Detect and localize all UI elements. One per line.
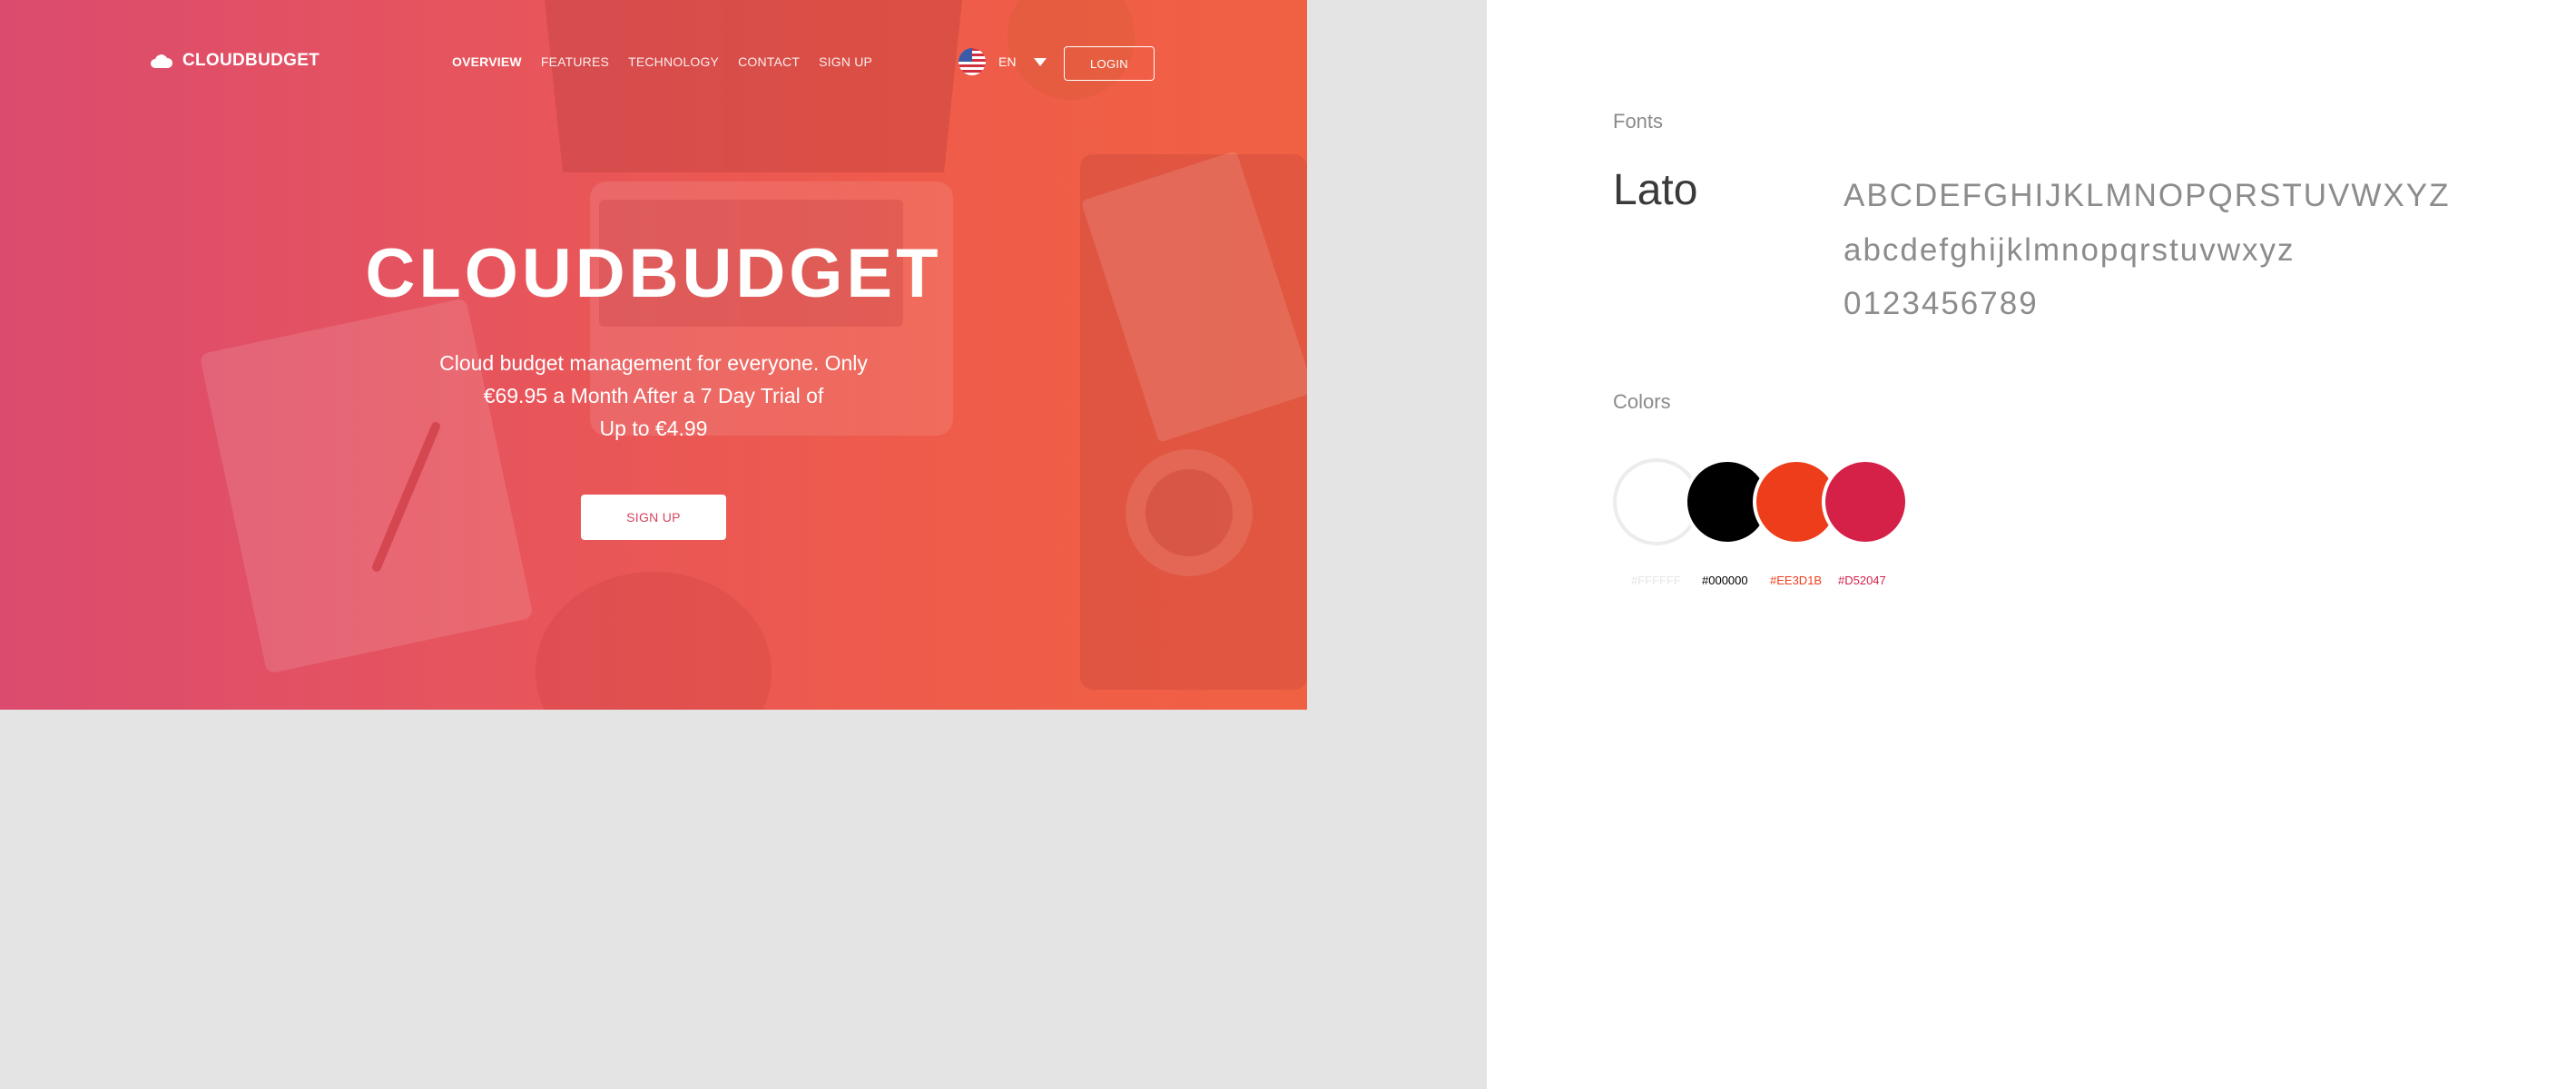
- color-label-black: #000000: [1702, 574, 1748, 587]
- lowercase-sample: abcdefghijklmnopqrstuvwxyz: [1844, 232, 2296, 268]
- brand-name: CLOUDBUDGET: [182, 51, 320, 70]
- uppercase-sample: ABCDEFGHIJKLMNOPQRSTUVWXYZ: [1844, 178, 2451, 213]
- nav-item-features[interactable]: FEATURES: [541, 54, 609, 69]
- language-code: EN: [998, 54, 1017, 69]
- hero-title: CLOUDBUDGET: [365, 235, 942, 312]
- nav-links: OVERVIEW FEATURES TECHNOLOGY CONTACT SIG…: [452, 54, 891, 69]
- fonts-heading: Fonts: [1613, 110, 1664, 132]
- digits-sample: 0123456789: [1844, 286, 2039, 321]
- hero-section: CLOUDBUDGET OVERVIEW FEATURES TECHNOLOGY…: [0, 0, 1307, 710]
- hero-subtitle-line: €69.95 a Month After a 7 Day Trial of: [483, 384, 824, 407]
- font-name: Lato: [1613, 166, 1698, 214]
- nav-item-sign-up[interactable]: SIGN UP: [819, 54, 872, 69]
- color-label-crimson: #D52047: [1838, 574, 1886, 587]
- nav-item-technology[interactable]: TECHNOLOGY: [628, 54, 719, 69]
- cloud-icon: [151, 54, 173, 68]
- hero-subtitle-line: Cloud budget management for everyone. On…: [439, 351, 868, 375]
- top-nav: CLOUDBUDGET OVERVIEW FEATURES TECHNOLOGY…: [0, 0, 1307, 127]
- brand-logo[interactable]: CLOUDBUDGET: [150, 51, 320, 71]
- language-selector[interactable]: EN: [959, 48, 1047, 75]
- hero-subtitle-line: Up to €4.99: [599, 417, 708, 440]
- login-button[interactable]: LOGIN: [1064, 46, 1155, 81]
- chevron-down-icon: [1034, 57, 1047, 66]
- color-label-orange: #EE3D1B: [1770, 574, 1823, 587]
- style-guide-panel: Fonts Lato ABCDEFGHIJKLMNOPQRSTUVWXYZ ab…: [1487, 0, 2576, 1089]
- colors-heading: Colors: [1613, 390, 1671, 413]
- nav-item-contact[interactable]: CONTACT: [738, 54, 800, 69]
- hero-subtitle: Cloud budget management for everyone. On…: [413, 347, 894, 445]
- nav-item-overview[interactable]: OVERVIEW: [452, 54, 522, 69]
- us-flag-icon: [959, 48, 986, 75]
- color-swatch-crimson: [1822, 458, 1909, 545]
- color-label-white: #FFFFFF: [1631, 574, 1681, 587]
- sign-up-button[interactable]: SIGN UP: [581, 495, 726, 540]
